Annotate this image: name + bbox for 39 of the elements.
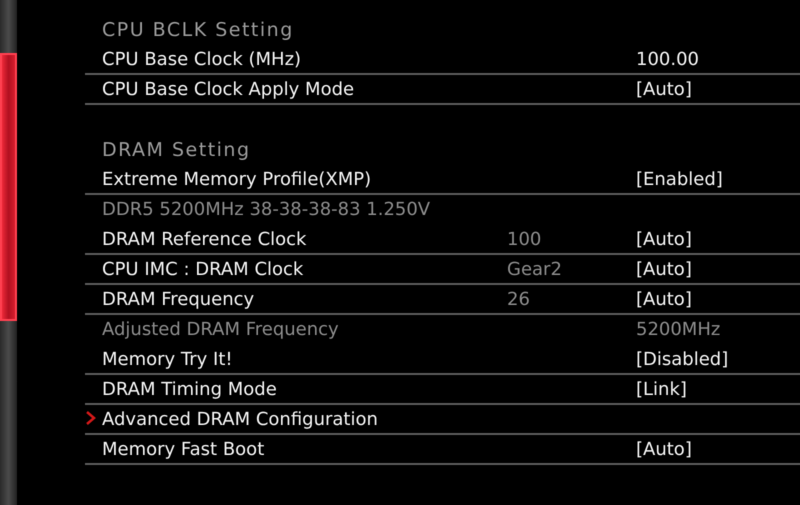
current-value: 100	[507, 228, 542, 250]
chevron-right-icon	[85, 410, 96, 424]
setting-row[interactable]: CPU Base Clock (MHz) 100.00	[85, 45, 800, 75]
setting-value: [Auto]	[636, 258, 692, 280]
current-value: Gear2	[507, 258, 562, 280]
setting-label: DRAM Reference Clock	[102, 228, 308, 250]
setting-row[interactable]: Memory Fast Boot [Auto]	[85, 435, 800, 465]
setting-value: [Auto]	[636, 288, 692, 310]
section-header: DRAM Setting	[102, 138, 252, 163]
setting-row[interactable]: DRAM Timing Mode [Link]	[85, 375, 800, 405]
setting-label: DDR5 5200MHz 38-38-38-83 1.250V	[102, 198, 432, 220]
setting-label: Extreme Memory Profile(XMP)	[102, 168, 372, 190]
setting-label: DRAM Timing Mode	[102, 378, 278, 400]
setting-value: [Disabled]	[636, 348, 728, 370]
current-value: 26	[507, 288, 530, 310]
setting-row[interactable]: Memory Try It! [Disabled]	[85, 345, 800, 375]
setting-label: Memory Fast Boot	[102, 438, 266, 460]
setting-value: [Auto]	[636, 78, 692, 100]
setting-row[interactable]: Advanced DRAM Configuration	[85, 405, 800, 435]
setting-label: Memory Try It!	[102, 348, 234, 370]
setting-label: Advanced DRAM Configuration	[102, 408, 379, 430]
setting-label: CPU Base Clock (MHz)	[102, 48, 302, 70]
setting-value: [Auto]	[636, 228, 692, 250]
setting-row[interactable]: CPU IMC : DRAM Clock Gear2 [Auto]	[85, 255, 800, 285]
section-header: CPU BCLK Setting	[102, 18, 295, 43]
setting-row[interactable]: Extreme Memory Profile(XMP) [Enabled]	[85, 165, 800, 195]
setting-value: [Auto]	[636, 438, 692, 460]
setting-label: CPU IMC : DRAM Clock	[102, 258, 304, 280]
setting-value: [Link]	[636, 378, 687, 400]
setting-row[interactable]: DRAM Reference Clock 100 [Auto]	[85, 225, 800, 255]
setting-label: DRAM Frequency	[102, 288, 256, 310]
setting-value: 5200MHz	[636, 318, 720, 340]
setting-label: CPU Base Clock Apply Mode	[102, 78, 356, 100]
setting-label: Adjusted DRAM Frequency	[102, 318, 340, 340]
setting-value: [Enabled]	[636, 168, 723, 190]
setting-row[interactable]: DRAM Frequency 26 [Auto]	[85, 285, 800, 315]
scroll-thumb[interactable]	[0, 53, 17, 321]
setting-row[interactable]: CPU Base Clock Apply Mode [Auto]	[85, 75, 800, 105]
setting-value: 100.00	[636, 48, 699, 70]
